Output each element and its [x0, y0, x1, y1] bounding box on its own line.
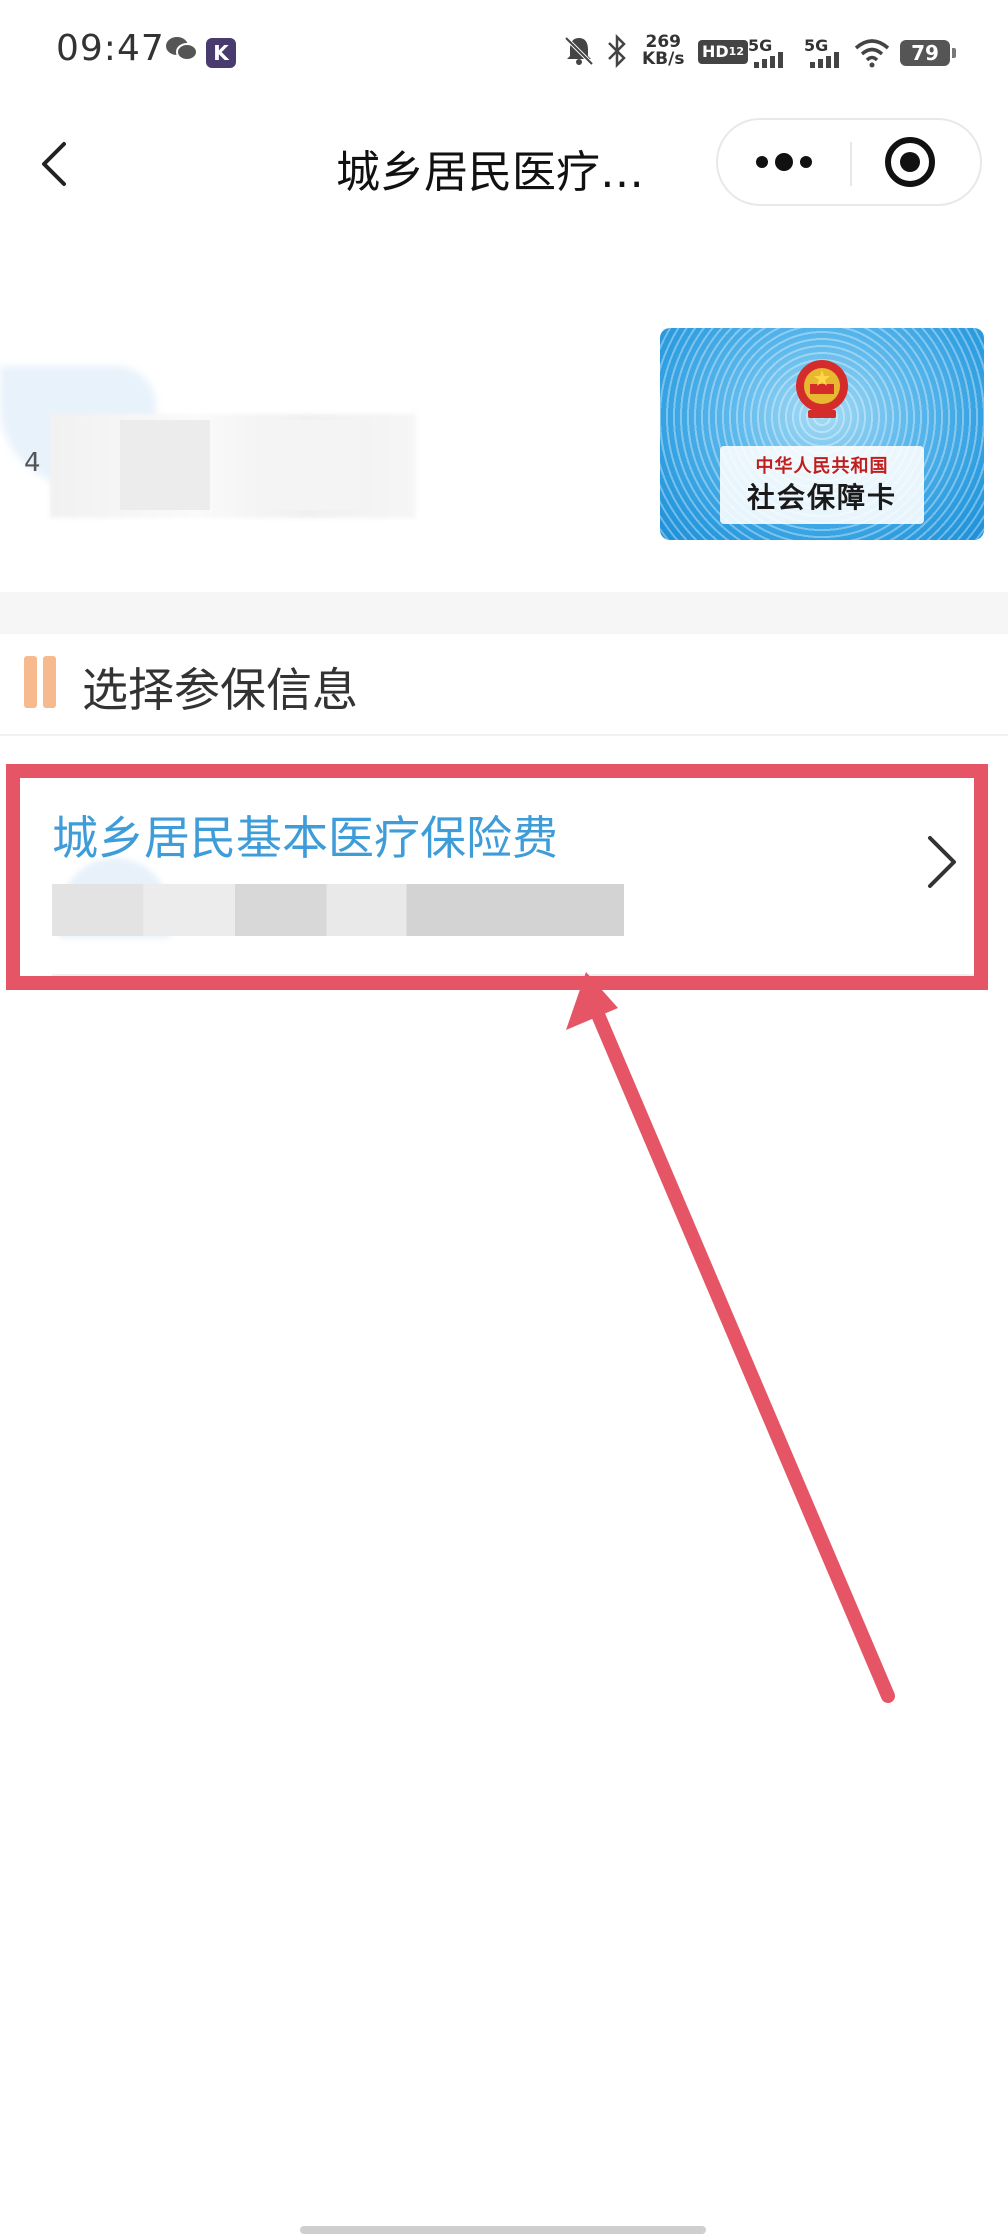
status-bar: 09:47 K 269 KB/s HD12 5G 5G 79	[0, 0, 1008, 110]
nav-bar: 城乡居民医疗…	[0, 110, 1008, 220]
mute-bell-icon	[562, 34, 596, 72]
target-circle-icon	[885, 137, 935, 187]
blurred-block	[260, 420, 360, 510]
more-dots-icon	[756, 153, 812, 171]
arrow-head	[566, 972, 618, 1030]
social-security-card-image: 中华人民共和国 社会保障卡	[660, 328, 984, 540]
blurred-user-info	[50, 414, 416, 518]
net-speed-unit: KB/s	[642, 49, 685, 69]
home-indicator[interactable]	[300, 2226, 706, 2234]
miniprogram-capsule	[716, 118, 982, 206]
blurred-block	[120, 420, 210, 510]
section-header: 选择参保信息	[0, 634, 1008, 736]
status-time: 09:47	[56, 28, 165, 69]
battery-icon: 79	[900, 40, 956, 66]
user-id-fragment: 4	[24, 448, 41, 478]
wechat-icon	[164, 34, 200, 68]
close-miniprogram-button[interactable]	[852, 120, 980, 204]
signal-icon	[754, 52, 790, 72]
hd-label: HD	[702, 42, 729, 61]
chevron-right-icon	[928, 836, 956, 888]
blurred-item-subtitle	[52, 884, 624, 936]
more-button[interactable]	[718, 120, 850, 204]
item-divider	[52, 974, 982, 976]
bluetooth-icon	[604, 33, 630, 72]
page-title: 城乡居民医疗…	[336, 147, 644, 198]
hd-badge: HD12	[698, 40, 748, 64]
back-button[interactable]	[30, 134, 90, 194]
user-info-area: 4 中华人民共和国 社会保障卡	[0, 290, 1008, 580]
card-country-text: 中华人民共和国	[755, 456, 889, 477]
card-title-text: 社会保障卡	[746, 481, 897, 514]
net-speed: 269 KB/s	[642, 34, 684, 68]
hd-sub: 2	[736, 45, 744, 58]
national-emblem-icon	[796, 360, 848, 418]
section-separator	[0, 592, 1008, 634]
chevron-left-icon	[42, 142, 66, 186]
section-marker-icon	[24, 656, 58, 708]
insurance-item[interactable]: 城乡居民基本医疗保险费	[0, 760, 1008, 980]
signal-icon-2	[810, 52, 846, 72]
insurance-item-title: 城乡居民基本医疗保险费	[52, 811, 558, 865]
wifi-icon	[854, 38, 890, 72]
app-k-icon: K	[206, 38, 236, 68]
section-title: 选择参保信息	[82, 663, 358, 717]
